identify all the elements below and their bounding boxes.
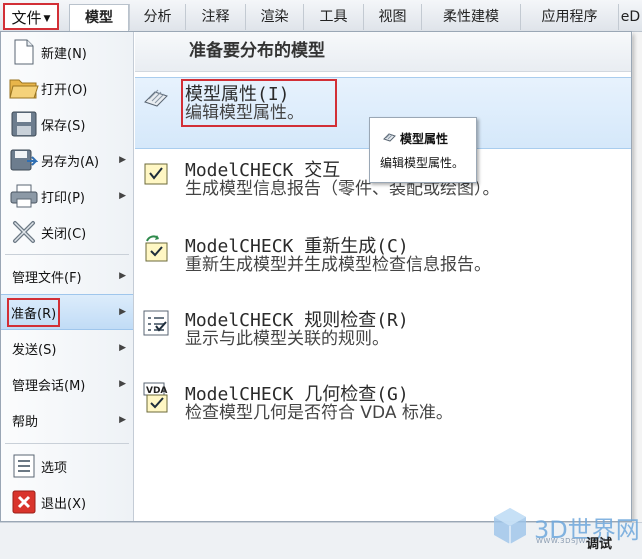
menu-item-manage-file-label: 管理文件(F) [12, 270, 82, 286]
tab-file-label: 文件 [11, 9, 42, 27]
tab-annotate[interactable]: 注释 [185, 4, 245, 30]
exit-icon [7, 487, 41, 517]
model-properties-icon [141, 82, 171, 112]
watermark: 3D世界网 WWW.3DSJW.COM [490, 506, 640, 546]
chevron-right-icon: ▶ [119, 191, 126, 201]
cube-logo-icon [494, 508, 526, 544]
menu-item-prepare-label: 准备(R) [6, 297, 61, 327]
menu-item-options-label: 选项 [41, 460, 68, 476]
menu-item-help-label: 帮助 [12, 414, 39, 430]
chevron-down-icon: ▼ [43, 14, 51, 24]
menu-item-exit-label: 退出(X) [41, 496, 87, 512]
tab-model[interactable]: 模型 [69, 4, 129, 32]
menu-separator [5, 443, 129, 444]
menu-item-save-as[interactable]: 另存为(A) ▶ [1, 142, 133, 178]
tab-flexible-modeling[interactable]: 柔性建模 [421, 4, 520, 30]
chevron-right-icon: ▶ [119, 379, 126, 389]
red-highlight-box [181, 79, 337, 127]
model-properties-icon [382, 129, 397, 144]
cmd-modelcheck-regenerate[interactable]: ModelCHECK 重新生成(C) 重新生成模型并生成模型检查信息报告。 [135, 230, 631, 286]
vda-geometry-check-icon: VDA [141, 382, 171, 413]
cmd-modelcheck-geometry-desc: 检查模型几何是否符合 VDA 标准。 [185, 403, 453, 423]
tooltip-desc: 编辑模型属性。 [380, 156, 465, 170]
tooltip-title: 模型属性 [400, 132, 449, 146]
tab-analysis[interactable]: 分析 [129, 4, 185, 30]
cmd-modelcheck-regenerate-desc: 重新生成模型并生成模型检查信息报告。 [185, 255, 491, 275]
tab-file[interactable]: 文件 ▼ [3, 3, 59, 30]
chevron-right-icon: ▶ [119, 415, 126, 425]
tab-view[interactable]: 视图 [363, 4, 421, 30]
menu-item-save-label: 保存(S) [41, 118, 86, 134]
chevron-right-icon: ▶ [119, 343, 126, 353]
rules-checklist-icon [141, 308, 171, 338]
menu-item-options[interactable]: 选项 [1, 448, 133, 484]
menu-item-open-label: 打开(O) [41, 82, 88, 98]
cmd-modelcheck-geometry[interactable]: VDA ModelCHECK 几何检查(G) 检查模型几何是否符合 VDA 标准… [135, 378, 631, 434]
menu-item-save-as-label: 另存为(A) [41, 154, 100, 170]
menu-item-new[interactable]: 新建(N) [1, 34, 133, 70]
menu-item-save[interactable]: 保存(S) [1, 106, 133, 142]
menu-item-prepare[interactable]: 准备(R) ▶ [1, 294, 133, 330]
chevron-right-icon: ▶ [119, 155, 126, 165]
menu-item-open[interactable]: 打开(O) [1, 70, 133, 106]
save-as-icon [7, 145, 41, 175]
ribbon-tab-bar: 文件 ▼ 模型 分析 注释 渲染 工具 视图 柔性建模 应用程序 eD [0, 0, 642, 32]
chevron-right-icon: ▶ [119, 307, 126, 317]
open-folder-icon [7, 73, 41, 103]
file-menu-left-pane: 新建(N) 打开(O) 保存(S) 另存为(A) ▶ 打印(P) ▶ 关闭(C)… [1, 32, 134, 521]
menu-item-exit[interactable]: 退出(X) [1, 484, 133, 520]
menu-item-manage-session-label: 管理会话(M) [12, 378, 86, 394]
cmd-modelcheck-rules-desc: 显示与此模型关联的规则。 [185, 329, 389, 349]
save-disk-icon [7, 109, 41, 139]
model-properties-tooltip: 模型属性 编辑模型属性。 [369, 117, 477, 183]
menu-item-send-label: 发送(S) [12, 342, 57, 358]
menu-separator [5, 254, 129, 255]
new-file-icon [7, 37, 41, 67]
menu-item-manage-session[interactable]: 管理会话(M) ▶ [1, 366, 133, 402]
printer-icon [7, 181, 41, 211]
close-x-icon [7, 217, 41, 247]
menu-item-new-label: 新建(N) [41, 46, 87, 62]
cmd-modelcheck-rules[interactable]: ModelCHECK 规则检查(R) 显示与此模型关联的规则。 [135, 304, 631, 360]
tab-ed[interactable]: eD [618, 4, 642, 30]
modelcheck-regenerate-icon [141, 234, 171, 264]
background-edge [633, 32, 642, 522]
menu-item-manage-file[interactable]: 管理文件(F) ▶ [1, 258, 133, 294]
tab-render[interactable]: 渲染 [245, 4, 303, 30]
file-menu-dropdown: 新建(N) 打开(O) 保存(S) 另存为(A) ▶ 打印(P) ▶ 关闭(C)… [0, 31, 632, 522]
debug-label[interactable]: 调试 [586, 533, 612, 552]
menu-item-print[interactable]: 打印(P) ▶ [1, 178, 133, 214]
chevron-right-icon: ▶ [119, 271, 126, 281]
tab-applications[interactable]: 应用程序 [520, 4, 618, 30]
prepare-submenu-pane: 准备要分布的模型 模型属性(I) 编辑模型属性。 ModelCHECK 交互 生… [135, 32, 631, 521]
tab-tools[interactable]: 工具 [303, 4, 363, 30]
modelcheck-check-icon [141, 158, 171, 188]
options-list-icon [7, 451, 41, 481]
menu-item-help[interactable]: 帮助 ▶ [1, 402, 133, 438]
menu-item-close-label: 关闭(C) [41, 226, 87, 242]
menu-item-print-label: 打印(P) [41, 190, 85, 206]
submenu-header: 准备要分布的模型 [135, 32, 631, 72]
menu-item-send[interactable]: 发送(S) ▶ [1, 330, 133, 366]
menu-item-close[interactable]: 关闭(C) [1, 214, 133, 250]
